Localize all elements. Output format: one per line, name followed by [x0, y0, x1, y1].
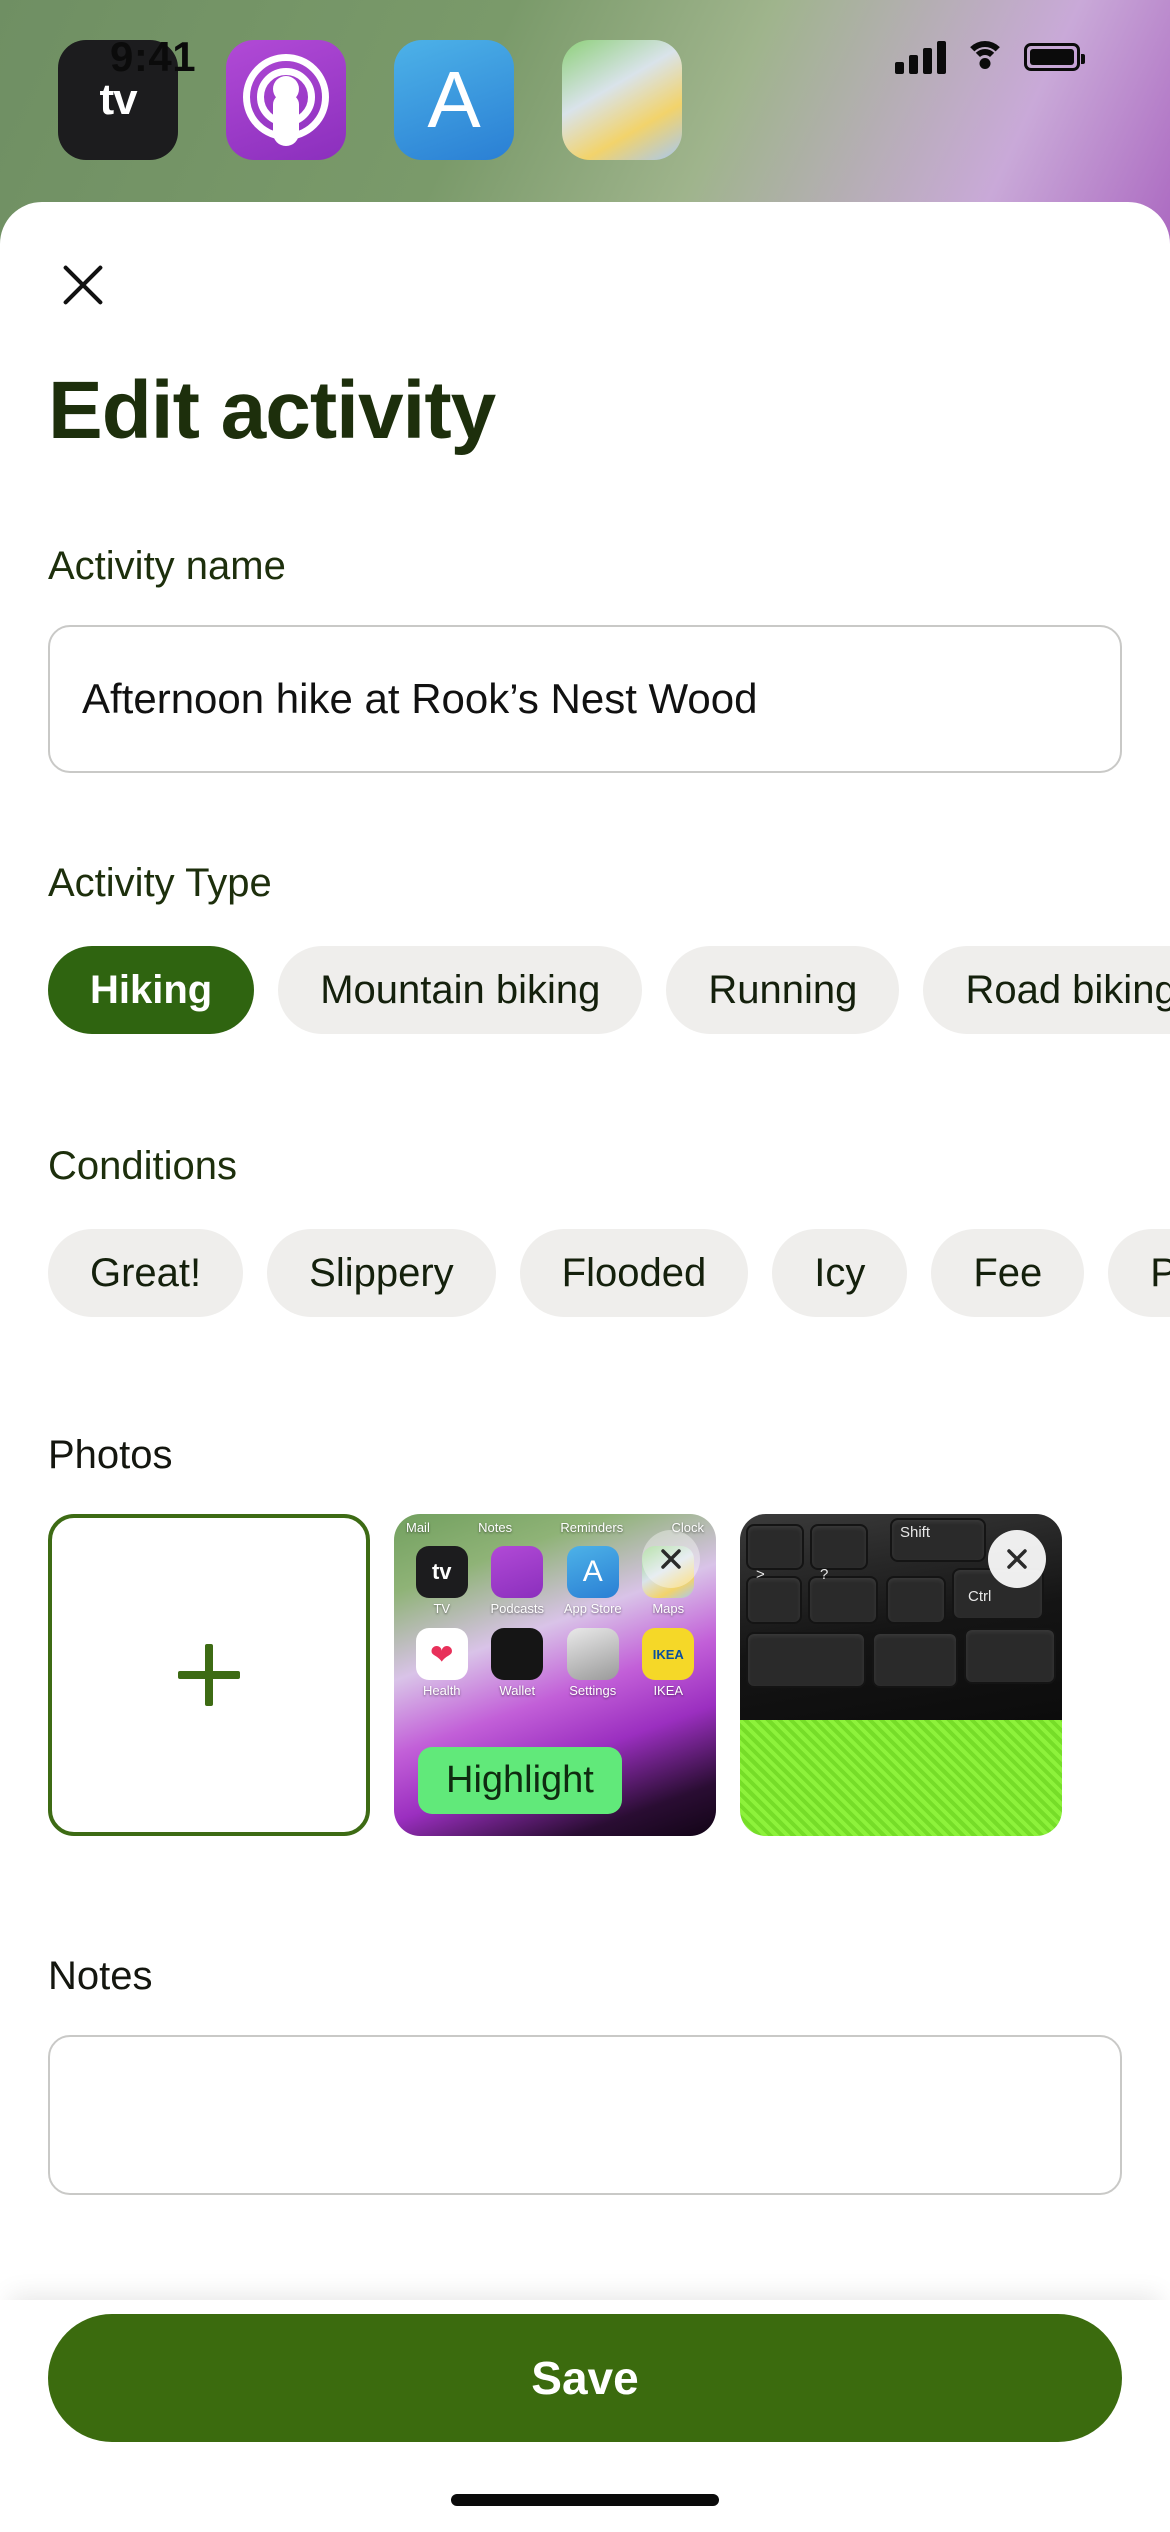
sheet-footer: Save — [0, 2300, 1170, 2532]
podcast-ring-outer-icon — [243, 54, 329, 140]
photo1-settings-label: Settings — [569, 1683, 617, 1698]
conditions-label: Conditions — [48, 1144, 238, 1188]
activity-name-input[interactable] — [48, 625, 1122, 773]
app-store-glyph: A — [427, 55, 481, 144]
activity-type-label: Activity Type — [48, 861, 272, 905]
photo1-ikea-icon: IKEA — [642, 1628, 695, 1680]
green-microfibre-mat — [740, 1720, 1062, 1836]
plus-icon — [178, 1644, 240, 1706]
apple-tv-logo-text: tv — [99, 75, 137, 124]
photo1-label-mail: Mail — [406, 1520, 430, 1535]
activity-name-section: Activity name — [0, 544, 1170, 773]
photo1-app-store-label: App Store — [563, 1601, 622, 1616]
photos-row[interactable]: Mail Notes Reminders Clock tv TV Podcast… — [48, 1514, 1170, 1836]
photo1-tv-icon: tv — [415, 1546, 468, 1598]
photo-thumbnail-2[interactable]: > ? Shift Ctrl — [740, 1514, 1062, 1836]
photo1-wallet-icon — [491, 1628, 544, 1680]
home-screen-app-row: tv A — [0, 0, 1170, 200]
highlight-badge: Highlight — [418, 1747, 622, 1814]
activity-type-chip-hiking[interactable]: Hiking — [48, 946, 255, 1034]
photo1-app-health: ❤ Health — [406, 1626, 478, 1704]
save-button[interactable]: Save — [48, 2314, 1122, 2442]
add-photo-tile[interactable] — [48, 1514, 370, 1836]
photo1-app-ikea: IKEA IKEA — [633, 1626, 705, 1704]
photos-label: Photos — [48, 1433, 173, 1477]
photo1-app-appstore: A App Store — [557, 1544, 629, 1622]
photo1-app-settings: Settings — [557, 1626, 629, 1704]
photo1-app-store-icon: A — [566, 1546, 619, 1598]
photo1-maps-label: Maps — [652, 1601, 685, 1616]
activity-type-section: Activity Type Hiking Mountain biking Run… — [0, 861, 1170, 1034]
sheet-scroll-area[interactable]: Edit activity Activity name Activity Typ… — [0, 202, 1170, 2322]
photo1-ikea-label: IKEA — [653, 1683, 684, 1698]
photo1-wallet-label: Wallet — [499, 1683, 536, 1698]
podcast-body-icon — [273, 94, 299, 146]
photo1-label-notes: Notes — [478, 1520, 513, 1535]
photo1-podcasts-label: Podcasts — [490, 1601, 544, 1616]
key-label-question: ? — [820, 1566, 829, 1583]
photo1-settings-icon — [566, 1628, 619, 1680]
activity-type-chip-road-biking[interactable]: Road biking — [923, 946, 1170, 1034]
home-indicator — [451, 2494, 719, 2506]
edit-activity-sheet: Edit activity Activity name Activity Typ… — [0, 202, 1170, 2532]
activity-type-chip-row[interactable]: Hiking Mountain biking Running Road biki… — [48, 946, 1170, 1034]
activity-name-label: Activity name — [48, 544, 286, 588]
podcast-ring-inner-icon — [257, 68, 315, 126]
key-label-shift: Shift — [900, 1524, 931, 1541]
photo1-app-tv: tv TV — [406, 1544, 478, 1622]
key-label-gt: > — [756, 1566, 765, 1583]
photo2-remove-button[interactable] — [988, 1530, 1046, 1588]
conditions-chip-icy[interactable]: Icy — [772, 1229, 908, 1317]
app-icon-maps[interactable] — [562, 40, 682, 160]
app-icon-app-store[interactable]: A — [394, 40, 514, 160]
conditions-chip-flooded[interactable]: Flooded — [519, 1229, 749, 1317]
photo1-app-podcasts: Podcasts — [482, 1544, 554, 1622]
conditions-chip-private[interactable]: Private — [1108, 1229, 1170, 1317]
notes-input[interactable] — [48, 2035, 1122, 2195]
notes-label: Notes — [48, 1954, 153, 1998]
photo1-health-icon: ❤ — [415, 1628, 468, 1680]
conditions-chip-fee[interactable]: Fee — [931, 1229, 1085, 1317]
conditions-chip-row[interactable]: Great! Slippery Flooded Icy Fee Private — [48, 1229, 1170, 1317]
conditions-section: Conditions Great! Slippery Flooded Icy F… — [0, 1144, 1170, 1317]
photos-section: Photos Mail Notes Reminders Clock tv TV … — [0, 1433, 1170, 1836]
app-icon-podcasts[interactable] — [226, 40, 346, 160]
notes-section: Notes — [0, 1954, 1170, 2195]
photo1-tv-label: TV — [433, 1601, 451, 1616]
photo1-label-reminders: Reminders — [560, 1520, 624, 1535]
photo1-podcasts-icon — [491, 1546, 544, 1598]
close-icon[interactable] — [48, 250, 118, 320]
activity-type-chip-mountain-biking[interactable]: Mountain biking — [278, 946, 643, 1034]
photo1-app-wallet: Wallet — [482, 1626, 554, 1704]
photo1-health-label: Health — [422, 1683, 461, 1698]
key-label-ctrl: Ctrl — [968, 1588, 992, 1605]
phone-screen: tv A 9:41 Edit activity Activity name Af… — [0, 0, 1170, 2532]
activity-type-chip-running[interactable]: Running — [666, 946, 900, 1034]
photo1-remove-button[interactable] — [642, 1530, 700, 1588]
conditions-chip-great[interactable]: Great! — [48, 1229, 244, 1317]
photo-thumbnail-1[interactable]: Mail Notes Reminders Clock tv TV Podcast… — [394, 1514, 716, 1836]
page-title: Edit activity — [48, 365, 496, 456]
conditions-chip-slippery[interactable]: Slippery — [267, 1229, 496, 1317]
app-icon-tv[interactable]: tv — [58, 40, 178, 160]
podcast-head-icon — [273, 76, 299, 102]
